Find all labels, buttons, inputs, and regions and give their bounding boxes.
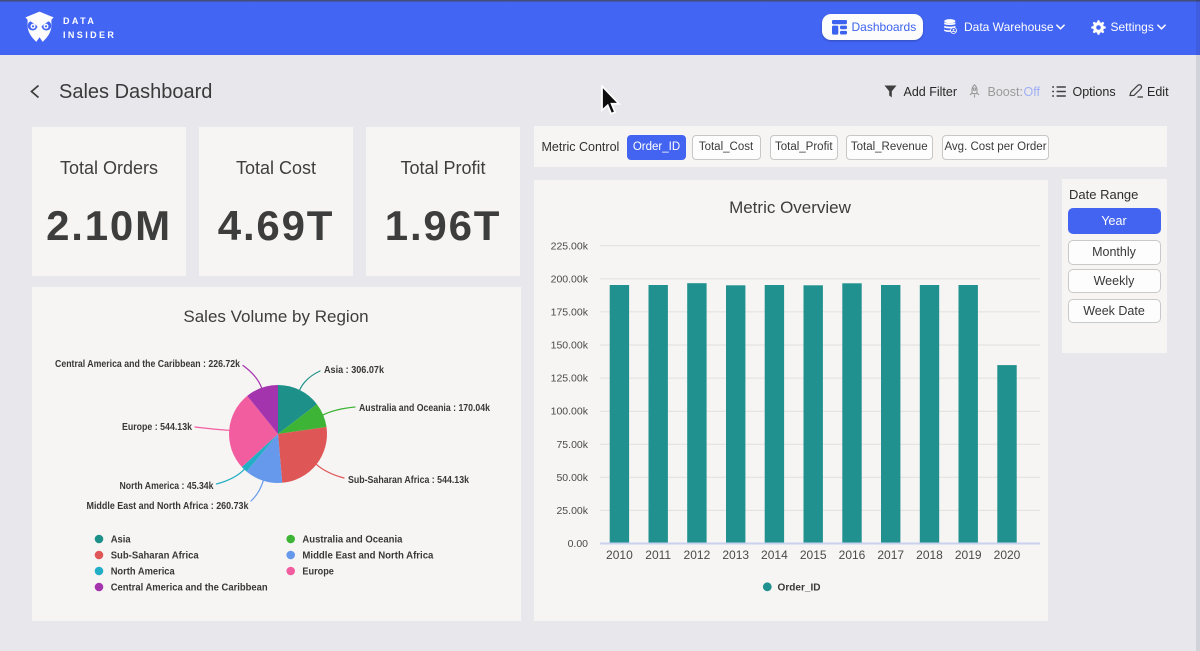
svg-text:North America: North America xyxy=(111,566,175,578)
svg-text:2013: 2013 xyxy=(722,548,749,562)
svg-text:150.00k: 150.00k xyxy=(551,340,589,352)
svg-text:Sub-Saharan Africa: Sub-Saharan Africa xyxy=(111,550,199,562)
svg-text:Central America and the Caribb: Central America and the Caribbean : 226.… xyxy=(55,358,240,370)
svg-text:2012: 2012 xyxy=(684,548,711,562)
svg-text:200.00k: 200.00k xyxy=(551,273,589,285)
svg-text:2010: 2010 xyxy=(606,548,633,562)
svg-text:Central America and the Caribb: Central America and the Caribbean xyxy=(111,582,268,594)
svg-text:75.00k: 75.00k xyxy=(556,439,588,451)
svg-text:2020: 2020 xyxy=(994,548,1021,562)
svg-text:225.00k: 225.00k xyxy=(551,240,589,252)
svg-text:2011: 2011 xyxy=(645,548,671,562)
svg-text:Asia: Asia xyxy=(111,534,131,546)
svg-text:0.00: 0.00 xyxy=(568,538,589,550)
svg-text:North America : 45.34k: North America : 45.34k xyxy=(120,480,214,492)
svg-text:Metric Overview: Metric Overview xyxy=(729,198,852,217)
svg-text:Australia and Oceania: Australia and Oceania xyxy=(302,534,402,546)
svg-text:2016: 2016 xyxy=(839,548,866,562)
svg-text:Middle East and North Africa: Middle East and North Africa xyxy=(302,550,433,562)
svg-text:Asia : 306.07k: Asia : 306.07k xyxy=(324,364,384,376)
svg-text:Order_ID: Order_ID xyxy=(778,583,821,594)
svg-text:Sub-Saharan Africa : 544.13k: Sub-Saharan Africa : 544.13k xyxy=(348,474,469,486)
svg-text:2015: 2015 xyxy=(800,548,827,562)
svg-text:Australia and Oceania : 170.04: Australia and Oceania : 170.04k xyxy=(359,402,490,414)
svg-text:Europe : 544.13k: Europe : 544.13k xyxy=(122,421,192,433)
svg-text:2018: 2018 xyxy=(916,548,943,562)
svg-text:Europe: Europe xyxy=(302,566,334,578)
svg-text:100.00k: 100.00k xyxy=(551,406,589,418)
svg-text:2014: 2014 xyxy=(761,548,788,562)
svg-text:175.00k: 175.00k xyxy=(551,306,589,318)
svg-text:25.00k: 25.00k xyxy=(556,505,588,517)
svg-text:50.00k: 50.00k xyxy=(556,472,588,484)
svg-text:125.00k: 125.00k xyxy=(551,373,589,385)
svg-text:2017: 2017 xyxy=(877,548,904,562)
svg-text:Sales Volume by Region: Sales Volume by Region xyxy=(183,307,368,326)
svg-text:2019: 2019 xyxy=(955,548,982,562)
svg-text:Middle East and North Africa :: Middle East and North Africa : 260.73k xyxy=(87,500,249,512)
